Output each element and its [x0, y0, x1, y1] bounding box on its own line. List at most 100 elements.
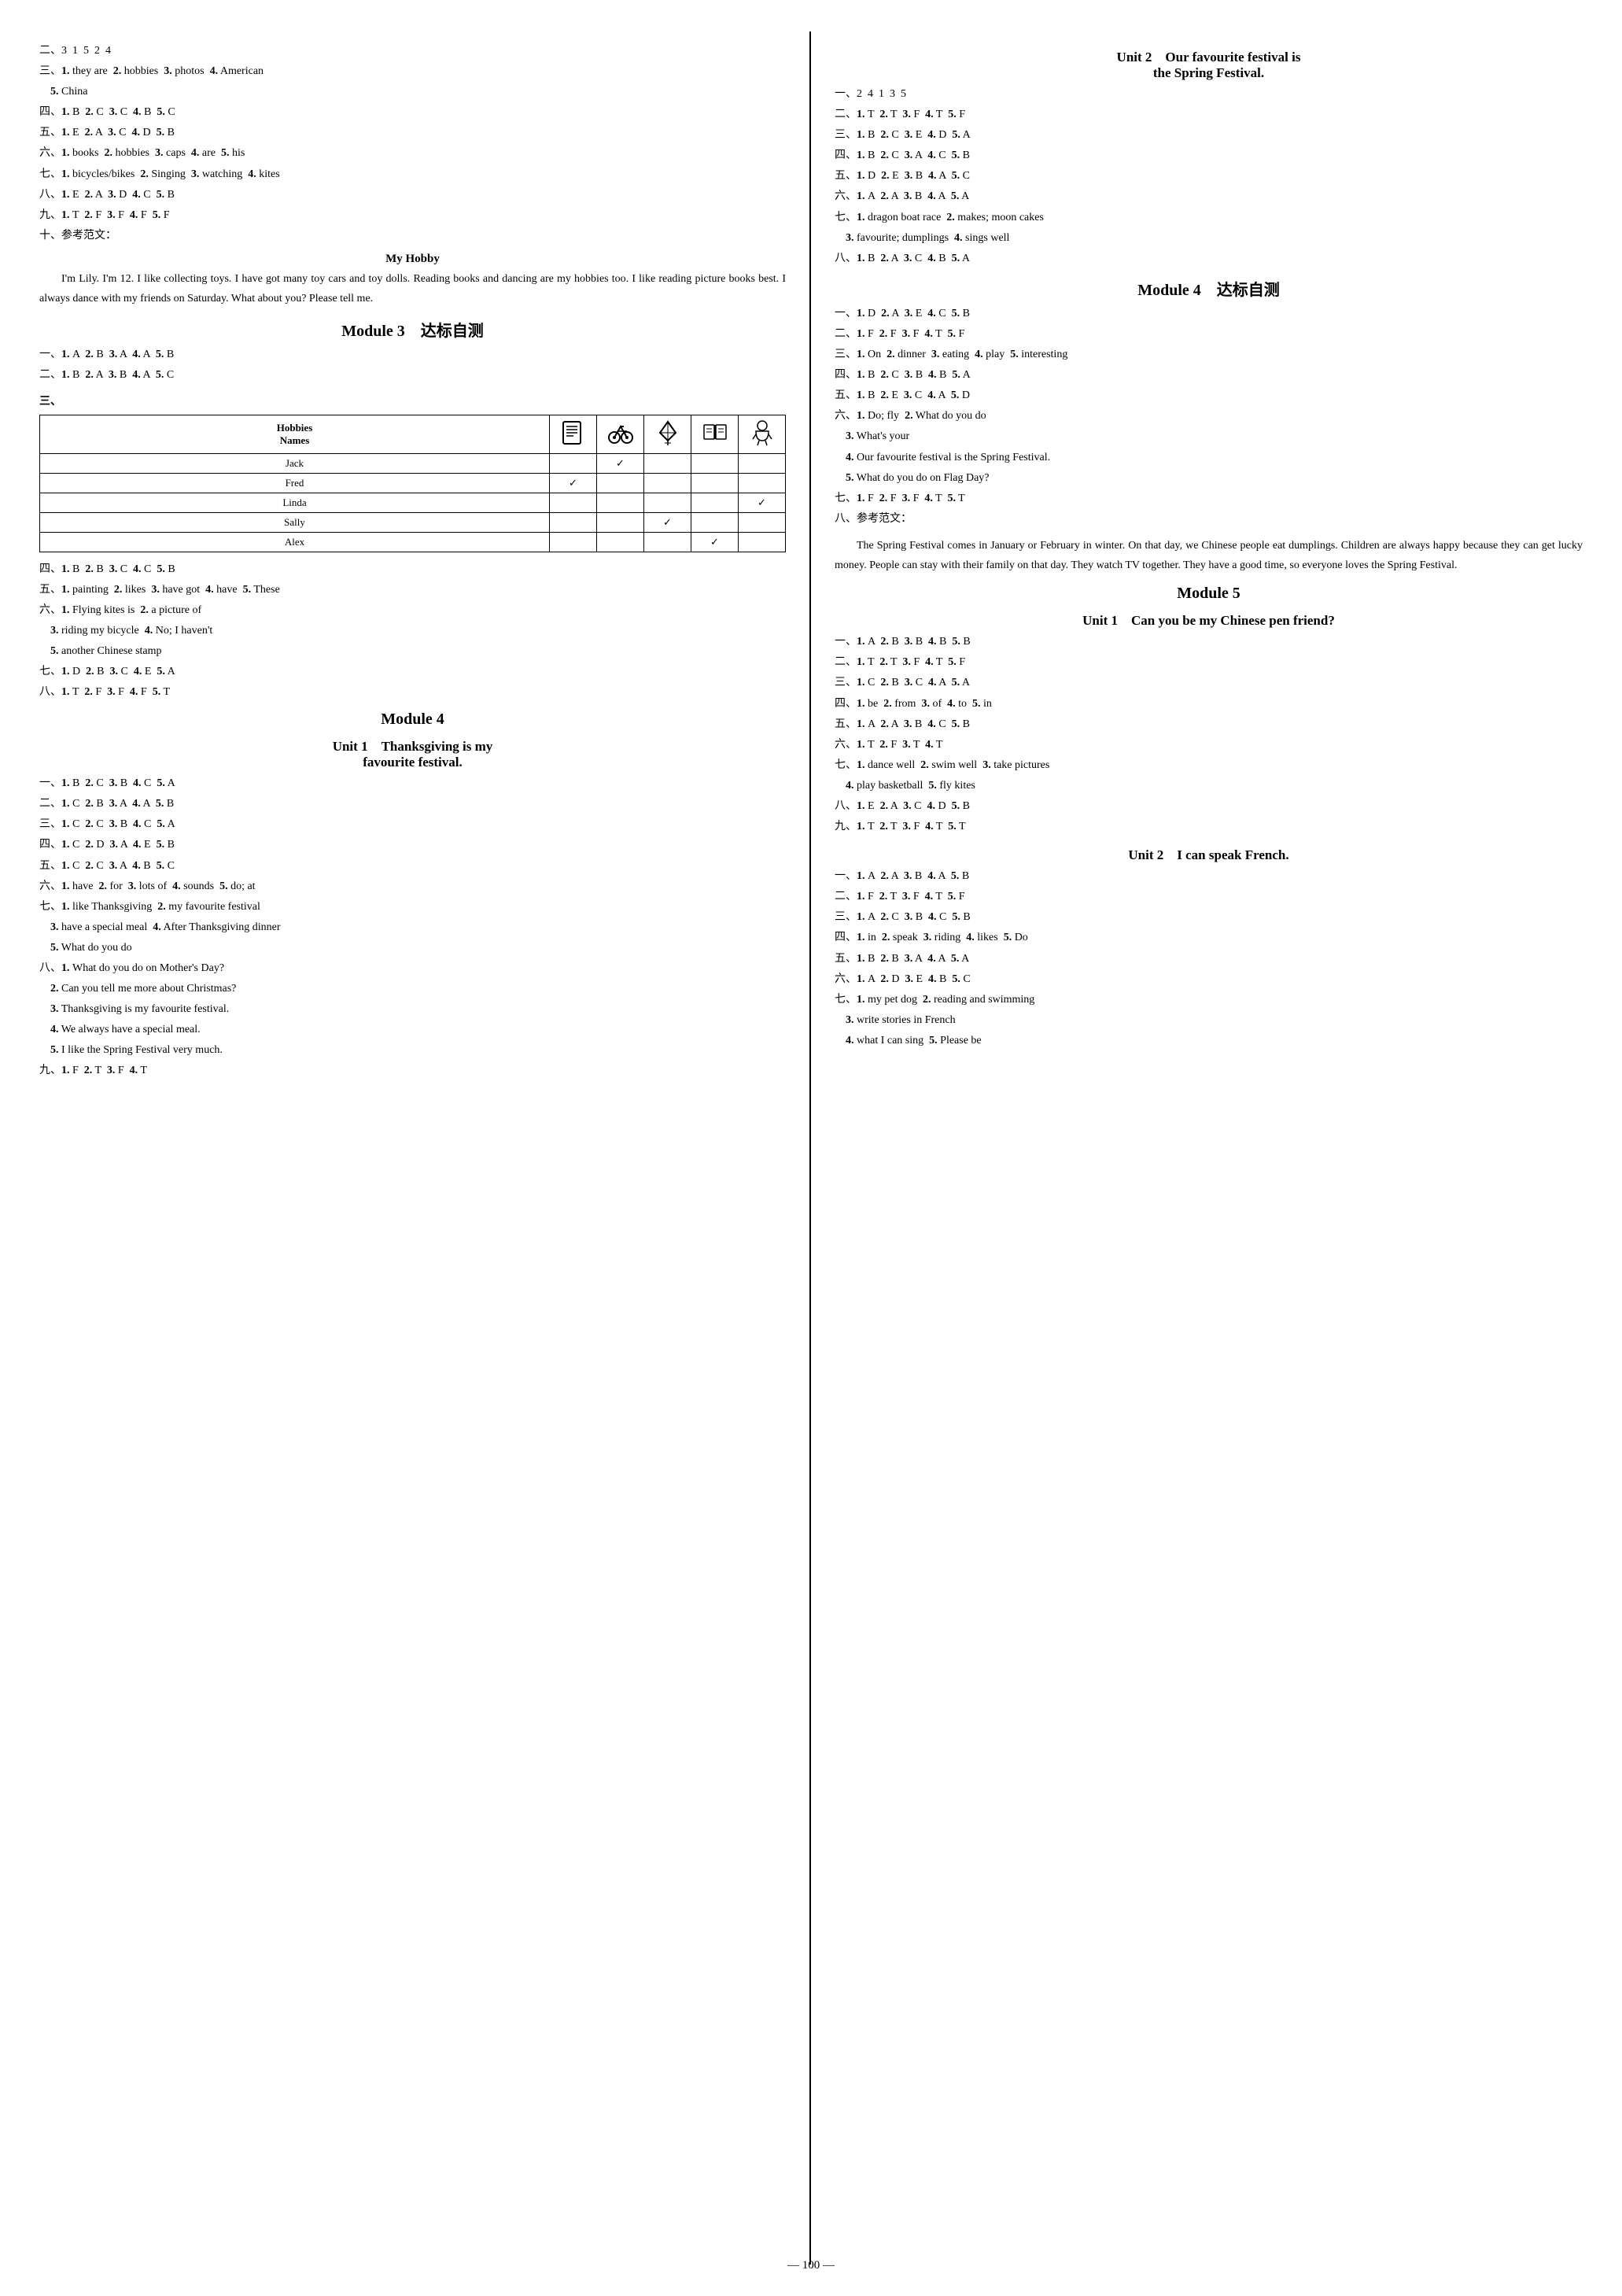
- answer-line: 五、1. E 2. A 3. C 4. D 5. B: [39, 124, 786, 142]
- answer-line: 八、1. What do you do on Mother's Day?: [39, 959, 786, 977]
- check-cell: [739, 512, 786, 532]
- spring-festival-answers: 一、2 4 1 3 5 二、1. T 2. T 3. F 4. T 5. F 三…: [835, 85, 1583, 268]
- answer-line: 五、1. C 2. C 3. A 4. B 5. C: [39, 857, 786, 875]
- answer-line: 七、1. dance well 2. swim well 3. take pic…: [835, 756, 1583, 774]
- answer-line: 三、1. On 2. dinner 3. eating 4. play 5. i…: [835, 345, 1583, 364]
- answer-line: 三、1. C 2. C 3. B 4. C 5. A: [39, 815, 786, 833]
- check-cell: ✓: [691, 532, 739, 552]
- hobby-icon-doll: [739, 415, 786, 453]
- left-top-answers: 二、3 1 5 2 4 三、1. they are 2. hobbies 3. …: [39, 42, 786, 245]
- check-cell: [691, 473, 739, 493]
- check-cell: [691, 453, 739, 473]
- check-cell: [691, 493, 739, 512]
- answer-line: 七、1. dragon boat race 2. makes; moon cak…: [835, 209, 1583, 227]
- answer-line: 5. What do you do: [39, 939, 786, 957]
- check-cell: ✓: [739, 493, 786, 512]
- check-cell: [597, 532, 644, 552]
- essay-title: My Hobby: [39, 253, 786, 266]
- answer-line: 三、1. B 2. C 3. E 4. D 5. A: [835, 126, 1583, 144]
- module3-title: Module 3 达标自测: [39, 318, 786, 341]
- answer-line: 六、1. Do; fly 2. What do you do: [835, 407, 1583, 425]
- answer-line: 3. What's your: [835, 427, 1583, 445]
- answer-line: 二、1. F 2. F 3. F 4. T 5. F: [835, 325, 1583, 343]
- answer-line: 九、1. T 2. T 3. F 4. T 5. T: [835, 818, 1583, 836]
- answer-line: 5. What do you do on Flag Day?: [835, 469, 1583, 487]
- answer-line: 五、1. A 2. A 3. B 4. C 5. B: [835, 715, 1583, 733]
- essay-spring-festival: The Spring Festival comes in January or …: [835, 536, 1583, 575]
- check-cell: ✓: [597, 453, 644, 473]
- answer-line: 二、1. C 2. B 3. A 4. A 5. B: [39, 795, 786, 813]
- check-cell: ✓: [644, 512, 691, 532]
- answer-line: 九、1. F 2. T 3. F 4. T: [39, 1061, 786, 1080]
- module3-answers: 一、1. A 2. B 3. A 4. A 5. B 二、1. B 2. A 3…: [39, 345, 786, 384]
- answer-line: 六、1. Flying kites is 2. a picture of: [39, 601, 786, 619]
- module5-title: Module 5: [835, 585, 1583, 603]
- page: 二、3 1 5 2 4 三、1. they are 2. hobbies 3. …: [0, 0, 1622, 2296]
- answer-line: 一、1. A 2. A 3. B 4. A 5. B: [835, 867, 1583, 885]
- answer-line: 九、1. T 2. F 3. F 4. F 5. F: [39, 206, 786, 224]
- module4-self-test-title: Module 4 达标自测: [835, 277, 1583, 300]
- answer-line: 5. China: [39, 83, 786, 101]
- answer-line: 五、1. B 2. E 3. C 4. A 5. D: [835, 386, 1583, 404]
- answer-line: 十、参考范文：: [39, 227, 786, 245]
- hobby-icon-kite: [644, 415, 691, 453]
- check-cell: [739, 453, 786, 473]
- answer-line: 二、1. F 2. T 3. F 4. T 5. F: [835, 888, 1583, 906]
- answer-line: 一、2 4 1 3 5: [835, 85, 1583, 103]
- hobby-icon-reading: [691, 415, 739, 453]
- check-cell: [550, 512, 597, 532]
- answer-line: 5. I like the Spring Festival very much.: [39, 1041, 786, 1059]
- module4-title: Module 4: [39, 711, 786, 729]
- check-cell: [644, 532, 691, 552]
- answer-line: 五、1. B 2. B 3. A 4. A 5. A: [835, 950, 1583, 968]
- answer-line: 二、1. B 2. A 3. B 4. A 5. C: [39, 366, 786, 384]
- answer-line: 七、1. my pet dog 2. reading and swimming: [835, 991, 1583, 1009]
- student-name: Linda: [40, 493, 550, 512]
- check-cell: [550, 493, 597, 512]
- check-cell: [550, 453, 597, 473]
- check-cell: [644, 453, 691, 473]
- student-name: Sally: [40, 512, 550, 532]
- check-cell: [739, 473, 786, 493]
- answer-line: 四、1. in 2. speak 3. riding 4. likes 5. D…: [835, 928, 1583, 947]
- answer-line: 七、1. F 2. F 3. F 4. T 5. T: [835, 489, 1583, 508]
- hobby-table: HobbiesNames: [39, 415, 786, 552]
- answer-line: 四、1. C 2. D 3. A 4. E 5. B: [39, 836, 786, 854]
- answer-line: 4. Our favourite festival is the Spring …: [835, 448, 1583, 467]
- answer-line: 八、1. B 2. A 3. C 4. B 5. A: [835, 249, 1583, 268]
- hobby-icon-book: [550, 415, 597, 453]
- unit2-french-title: Unit 2 I can speak French.: [835, 843, 1583, 863]
- answer-line: 5. another Chinese stamp: [39, 642, 786, 660]
- check-cell: [550, 532, 597, 552]
- module4-self-test-answers: 一、1. D 2. A 3. E 4. C 5. B 二、1. F 2. F 3…: [835, 305, 1583, 528]
- essay-body: I'm Lily. I'm 12. I like collecting toys…: [39, 269, 786, 308]
- student-name: Jack: [40, 453, 550, 473]
- answer-line: 一、1. A 2. B 3. A 4. A 5. B: [39, 345, 786, 364]
- answer-line: 3. favourite; dumplings 4. sings well: [835, 229, 1583, 247]
- hobby-icon-bicycle: [597, 415, 644, 453]
- answer-line: 2. Can you tell me more about Christmas?: [39, 980, 786, 998]
- answer-line: 一、1. D 2. A 3. E 4. C 5. B: [835, 305, 1583, 323]
- check-cell: [597, 493, 644, 512]
- answer-line: 八、参考范文：: [835, 510, 1583, 528]
- answer-line: 3. riding my bicycle 4. No; I haven't: [39, 622, 786, 640]
- page-number: — 100 —: [0, 2259, 1622, 2272]
- answer-line: 四、1. B 2. C 3. B 4. B 5. A: [835, 366, 1583, 384]
- student-name: Fred: [40, 473, 550, 493]
- unit1-pen-friend-title: Unit 1 Can you be my Chinese pen friend?: [835, 609, 1583, 629]
- check-cell: [739, 532, 786, 552]
- answer-line: 4. play basketball 5. fly kites: [835, 777, 1583, 795]
- answer-line: 六、1. have 2. for 3. lots of 4. sounds 5.…: [39, 877, 786, 895]
- answer-line: 六、1. A 2. A 3. B 4. A 5. A: [835, 187, 1583, 205]
- answer-line: 六、1. books 2. hobbies 3. caps 4. are 5. …: [39, 144, 786, 162]
- answer-line: 4. We always have a special meal.: [39, 1021, 786, 1039]
- answer-line: 三、1. A 2. C 3. B 4. C 5. B: [835, 908, 1583, 926]
- answer-line: 四、1. be 2. from 3. of 4. to 5. in: [835, 695, 1583, 713]
- answer-line: 三、1. they are 2. hobbies 3. photos 4. Am…: [39, 62, 786, 80]
- answer-line: 七、1. D 2. B 3. C 4. E 5. A: [39, 663, 786, 681]
- answer-line: 3. have a special meal 4. After Thanksgi…: [39, 918, 786, 936]
- pen-friend-answers: 一、1. A 2. B 3. B 4. B 5. B 二、1. T 2. T 3…: [835, 633, 1583, 836]
- answer-line: 一、1. B 2. C 3. B 4. C 5. A: [39, 774, 786, 792]
- check-cell: [597, 512, 644, 532]
- check-cell: [644, 473, 691, 493]
